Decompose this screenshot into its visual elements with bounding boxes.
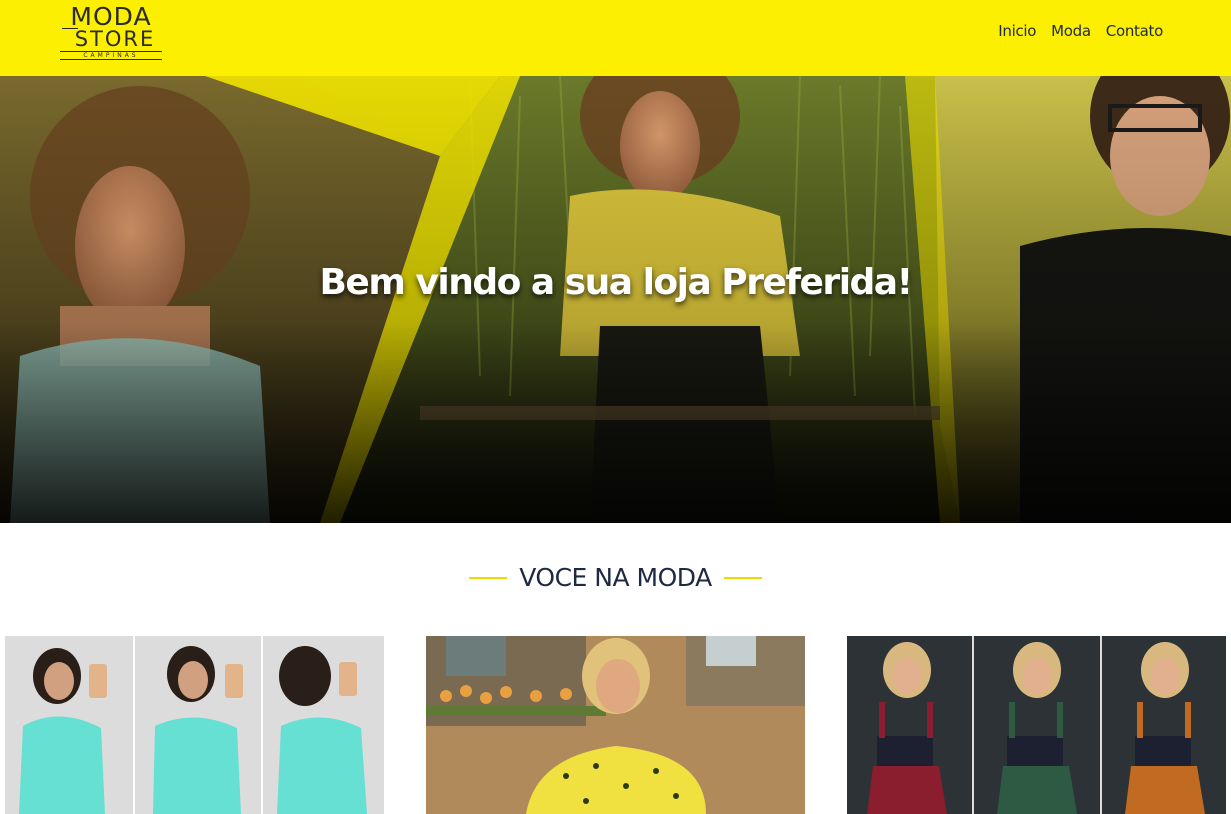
site-header: MODA STORE CAMPINAS Inicio Moda Contato <box>0 0 1231 76</box>
product-card-2[interactable] <box>426 636 805 814</box>
hero-title: Bem vindo a sua loja Preferida! <box>319 262 913 303</box>
product-image-3 <box>847 636 1226 814</box>
nav-link-moda[interactable]: Moda <box>1051 22 1091 40</box>
main-nav: Inicio Moda Contato <box>998 22 1163 40</box>
section-header: VOCE NA MODA <box>0 563 1231 592</box>
store-logo[interactable]: MODA STORE CAMPINAS <box>60 2 162 65</box>
product-card-3[interactable] <box>847 636 1226 814</box>
section-title: VOCE NA MODA <box>519 563 712 592</box>
hero-banner: Bem vindo a sua loja Preferida! <box>0 76 1231 523</box>
title-line-left <box>469 576 508 579</box>
title-line-right <box>723 576 762 579</box>
logo-bar <box>62 28 78 29</box>
nav-link-inicio[interactable]: Inicio <box>998 22 1036 40</box>
nav-link-contato[interactable]: Contato <box>1106 22 1164 40</box>
product-image-1 <box>5 636 384 814</box>
logo-line-3: CAMPINAS <box>60 51 162 60</box>
product-card-1[interactable] <box>5 636 384 814</box>
product-image-2 <box>426 636 805 814</box>
logo-line-2: STORE <box>74 27 156 51</box>
logo-line-1: MODA <box>70 2 152 31</box>
